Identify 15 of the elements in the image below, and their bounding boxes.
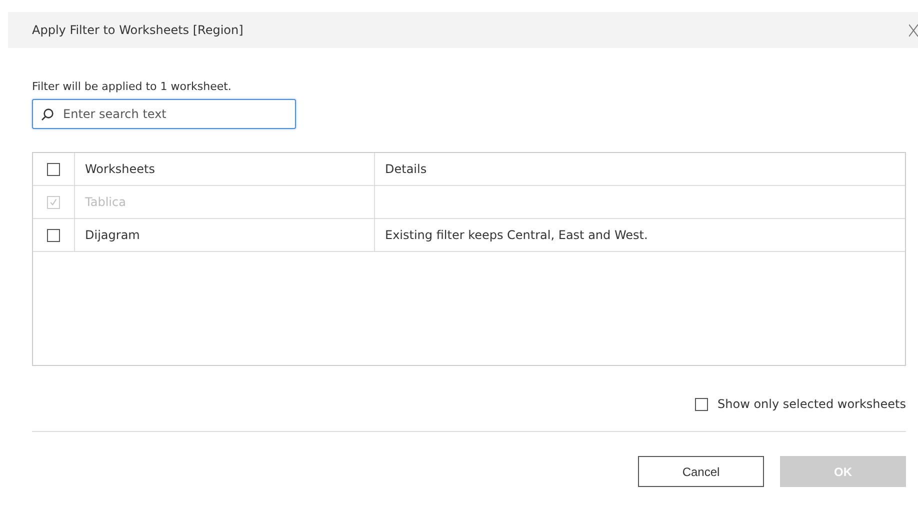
search-field[interactable]: Enter search text [32, 99, 296, 129]
details-text: Existing filter keeps Central, East and West. [385, 228, 648, 242]
close-button[interactable] [909, 24, 918, 36]
column-header: Details [385, 162, 427, 176]
show-only-label: Show only selected worksheets [718, 397, 906, 411]
cancel-button[interactable]: Cancel [638, 456, 764, 487]
info-text: Filter will be applied to 1 worksheet. [32, 80, 232, 93]
column-header: Worksheets [85, 162, 155, 176]
show-only-checkbox[interactable] [694, 398, 708, 410]
window-title: Apply Filter to Worksheets [Region] [32, 23, 244, 37]
worksheet-name: Tablica [85, 195, 126, 209]
worksheet-name: Dijagram [85, 228, 140, 242]
select-all-checkbox[interactable] [47, 162, 60, 176]
row-checkbox[interactable] [47, 228, 60, 242]
search-icon [41, 108, 54, 121]
